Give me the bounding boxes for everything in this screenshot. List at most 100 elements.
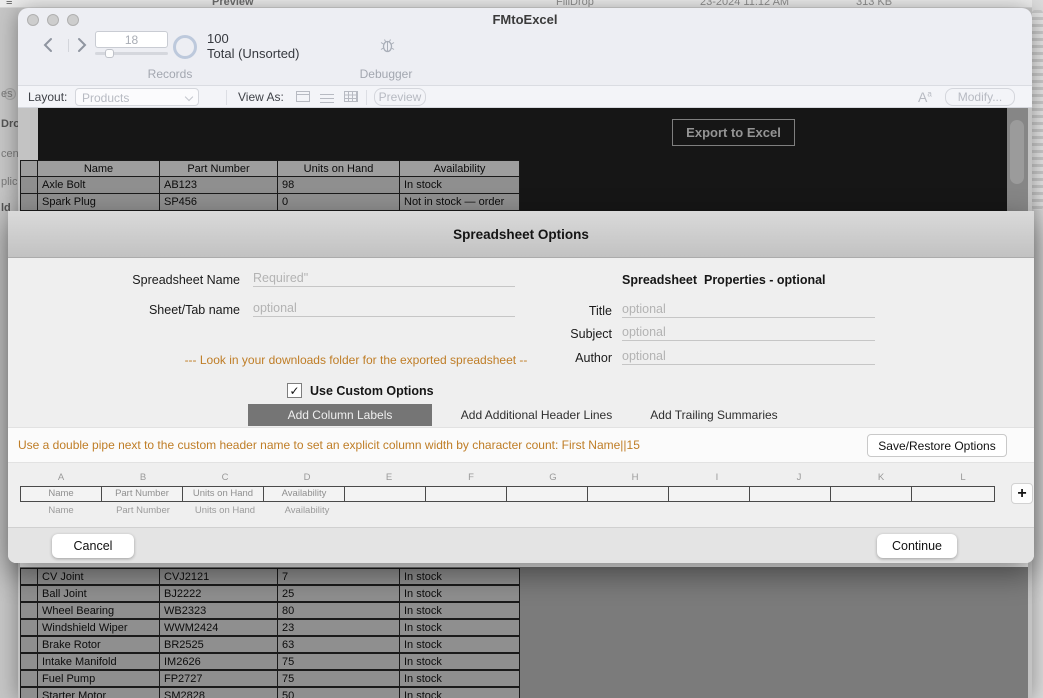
cell-name[interactable]: Ball Joint bbox=[38, 585, 160, 602]
cell-part-number[interactable]: WB2323 bbox=[160, 602, 278, 619]
layout-selector-dropdown[interactable]: Products bbox=[75, 88, 199, 106]
cell-name[interactable]: Brake Rotor bbox=[38, 636, 160, 653]
cell-part-number[interactable]: WWM2424 bbox=[160, 619, 278, 636]
tab-add-additional-header-lines[interactable]: Add Additional Header Lines bbox=[445, 404, 628, 426]
title-input[interactable] bbox=[622, 300, 875, 318]
subject-input[interactable] bbox=[622, 323, 875, 341]
cell-units[interactable]: 98 bbox=[278, 177, 400, 194]
list-view-icon[interactable] bbox=[320, 91, 334, 102]
cell-units[interactable]: 0 bbox=[278, 194, 400, 211]
row-marker-cell[interactable] bbox=[20, 585, 38, 602]
cell-name[interactable]: Fuel Pump bbox=[38, 670, 160, 687]
row-marker-cell[interactable] bbox=[20, 687, 38, 698]
cell-availability[interactable]: In stock bbox=[400, 602, 520, 619]
export-to-excel-button[interactable]: Export to Excel bbox=[672, 119, 795, 146]
previous-record-button[interactable] bbox=[42, 37, 58, 53]
current-record-input[interactable] bbox=[95, 31, 168, 48]
cell-part-number[interactable]: FP2727 bbox=[160, 670, 278, 687]
tab-add-trailing-summaries[interactable]: Add Trailing Summaries bbox=[640, 404, 788, 426]
grid-header-cell[interactable] bbox=[669, 487, 750, 501]
table-row[interactable]: Starter Motor SM2828 50 In stock bbox=[20, 687, 520, 698]
record-slider-thumb[interactable] bbox=[105, 49, 114, 58]
sheet-tab-name-input[interactable] bbox=[253, 299, 515, 317]
cell-availability[interactable]: In stock bbox=[400, 177, 520, 194]
cancel-button[interactable]: Cancel bbox=[52, 534, 134, 558]
content-scrollbar-track[interactable] bbox=[1007, 108, 1028, 211]
grid-header-cell[interactable] bbox=[507, 487, 588, 501]
cell-units[interactable]: 80 bbox=[278, 602, 400, 619]
row-marker-cell[interactable] bbox=[20, 194, 38, 211]
cell-part-number[interactable]: SM2828 bbox=[160, 687, 278, 698]
tab-add-column-labels[interactable]: Add Column Labels bbox=[248, 404, 432, 426]
cell-name[interactable]: Starter Motor bbox=[38, 687, 160, 698]
cell-units[interactable]: 50 bbox=[278, 687, 400, 698]
cell-units[interactable]: 25 bbox=[278, 585, 400, 602]
cell-name[interactable]: Windshield Wiper bbox=[38, 619, 160, 636]
cell-part-number[interactable]: SP456 bbox=[160, 194, 278, 211]
table-row[interactable]: Spark Plug SP456 0 Not in stock — order bbox=[20, 194, 520, 211]
author-input[interactable] bbox=[622, 347, 875, 365]
table-row[interactable]: Fuel Pump FP2727 75 In stock bbox=[20, 670, 520, 687]
add-column-button[interactable]: + bbox=[1011, 483, 1033, 504]
table-row[interactable]: Brake Rotor BR2525 63 In stock bbox=[20, 636, 520, 653]
cell-units[interactable]: 75 bbox=[278, 670, 400, 687]
cell-availability[interactable]: In stock bbox=[400, 619, 520, 636]
grid-header-cell[interactable]: Availability bbox=[264, 487, 345, 501]
cell-availability[interactable]: In stock bbox=[400, 585, 520, 602]
cell-part-number[interactable]: AB123 bbox=[160, 177, 278, 194]
cell-name[interactable]: Axle Bolt bbox=[38, 177, 160, 194]
row-marker-cell[interactable] bbox=[20, 619, 38, 636]
grid-header-cell[interactable]: Part Number bbox=[102, 487, 183, 501]
row-marker-cell[interactable] bbox=[20, 568, 38, 585]
cell-availability[interactable]: In stock bbox=[400, 653, 520, 670]
debugger-bug-icon[interactable] bbox=[380, 38, 395, 58]
cell-availability[interactable]: In stock bbox=[400, 687, 520, 698]
cell-units[interactable]: 75 bbox=[278, 653, 400, 670]
column-header-availability[interactable]: Availability bbox=[400, 160, 520, 177]
formatting-icon[interactable]: Aa bbox=[918, 89, 932, 105]
form-view-icon[interactable] bbox=[296, 91, 310, 102]
cell-part-number[interactable]: CVJ2121 bbox=[160, 568, 278, 585]
column-header-units[interactable]: Units on Hand bbox=[278, 160, 400, 177]
use-custom-options-checkbox[interactable]: ✓ bbox=[287, 383, 302, 398]
cell-part-number[interactable]: IM2626 bbox=[160, 653, 278, 670]
modify-layout-button[interactable]: Modify... bbox=[945, 88, 1015, 106]
table-row[interactable]: Wheel Bearing WB2323 80 In stock bbox=[20, 602, 520, 619]
table-row[interactable]: Ball Joint BJ2222 25 In stock bbox=[20, 585, 520, 602]
cell-availability[interactable]: Not in stock — order bbox=[400, 194, 520, 211]
cell-availability[interactable]: In stock bbox=[400, 568, 520, 585]
cell-name[interactable]: Intake Manifold bbox=[38, 653, 160, 670]
table-view-icon[interactable] bbox=[344, 91, 358, 102]
grid-header-cell[interactable] bbox=[588, 487, 669, 501]
cell-part-number[interactable]: BR2525 bbox=[160, 636, 278, 653]
cell-name[interactable]: CV Joint bbox=[38, 568, 160, 585]
cell-units[interactable]: 7 bbox=[278, 568, 400, 585]
cell-name[interactable]: Wheel Bearing bbox=[38, 602, 160, 619]
column-header-part-number[interactable]: Part Number bbox=[160, 160, 278, 177]
grid-header-cell[interactable] bbox=[831, 487, 912, 501]
cell-availability[interactable]: In stock bbox=[400, 636, 520, 653]
cell-availability[interactable]: In stock bbox=[400, 670, 520, 687]
table-row[interactable]: CV Joint CVJ2121 7 In stock bbox=[20, 568, 520, 585]
grid-header-cell[interactable] bbox=[750, 487, 831, 501]
row-marker-cell[interactable] bbox=[20, 670, 38, 687]
table-row[interactable]: Intake Manifold IM2626 75 In stock bbox=[20, 653, 520, 670]
found-set-pie-icon[interactable] bbox=[173, 35, 197, 59]
table-row[interactable]: Axle Bolt AB123 98 In stock bbox=[20, 177, 520, 194]
grid-header-cell[interactable]: Units on Hand bbox=[183, 487, 264, 501]
cell-units[interactable]: 63 bbox=[278, 636, 400, 653]
row-marker-cell[interactable] bbox=[20, 636, 38, 653]
column-header-name[interactable]: Name bbox=[38, 160, 160, 177]
grid-header-cell[interactable] bbox=[912, 487, 994, 501]
table-row[interactable]: Windshield Wiper WWM2424 23 In stock bbox=[20, 619, 520, 636]
spreadsheet-name-input[interactable] bbox=[253, 269, 515, 287]
row-marker-cell[interactable] bbox=[20, 653, 38, 670]
cell-name[interactable]: Spark Plug bbox=[38, 194, 160, 211]
cell-part-number[interactable]: BJ2222 bbox=[160, 585, 278, 602]
grid-header-cell[interactable] bbox=[345, 487, 426, 501]
grid-header-cell[interactable] bbox=[426, 487, 507, 501]
row-marker-cell[interactable] bbox=[20, 177, 38, 194]
next-record-button[interactable] bbox=[76, 37, 92, 53]
save-restore-options-button[interactable]: Save/Restore Options bbox=[867, 434, 1007, 457]
grid-header-cell[interactable]: Name bbox=[21, 487, 102, 501]
